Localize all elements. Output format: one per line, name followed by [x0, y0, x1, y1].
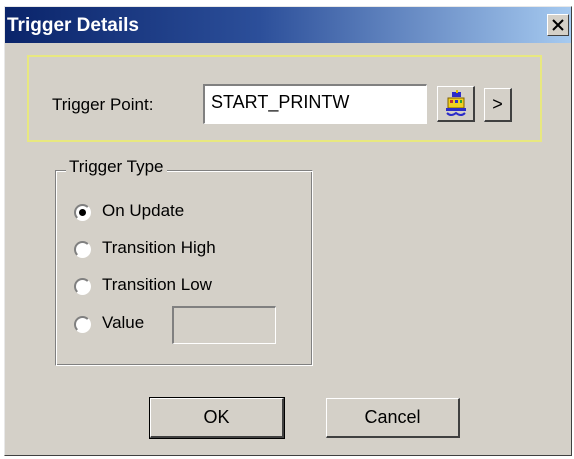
- radio-label: Transition Low: [102, 275, 212, 294]
- trigger-point-input[interactable]: START_PRINTW: [203, 84, 427, 124]
- window-title: Trigger Details: [7, 15, 139, 36]
- close-button[interactable]: [547, 14, 569, 36]
- close-icon: [552, 19, 564, 31]
- ok-button[interactable]: OK: [149, 397, 285, 439]
- radio-button[interactable]: [74, 278, 91, 295]
- more-options-button[interactable]: >: [484, 88, 512, 122]
- title-bar[interactable]: Trigger Details: [5, 7, 571, 43]
- radio-label: On Update: [102, 201, 185, 220]
- point-browser-icon: [446, 90, 466, 116]
- radio-button[interactable]: [74, 316, 91, 333]
- browse-point-button[interactable]: [437, 86, 475, 122]
- radio-label: Value: [102, 313, 145, 332]
- trigger-point-label: Trigger Point:: [52, 95, 154, 114]
- cancel-button[interactable]: Cancel: [326, 398, 460, 438]
- radio-button[interactable]: [74, 204, 91, 221]
- radio-selected-dot: [79, 209, 86, 216]
- radio-button[interactable]: [74, 241, 91, 258]
- radio-label: Transition High: [102, 238, 216, 257]
- trigger-type-legend: Trigger Type: [66, 157, 167, 177]
- value-input[interactable]: [172, 306, 276, 344]
